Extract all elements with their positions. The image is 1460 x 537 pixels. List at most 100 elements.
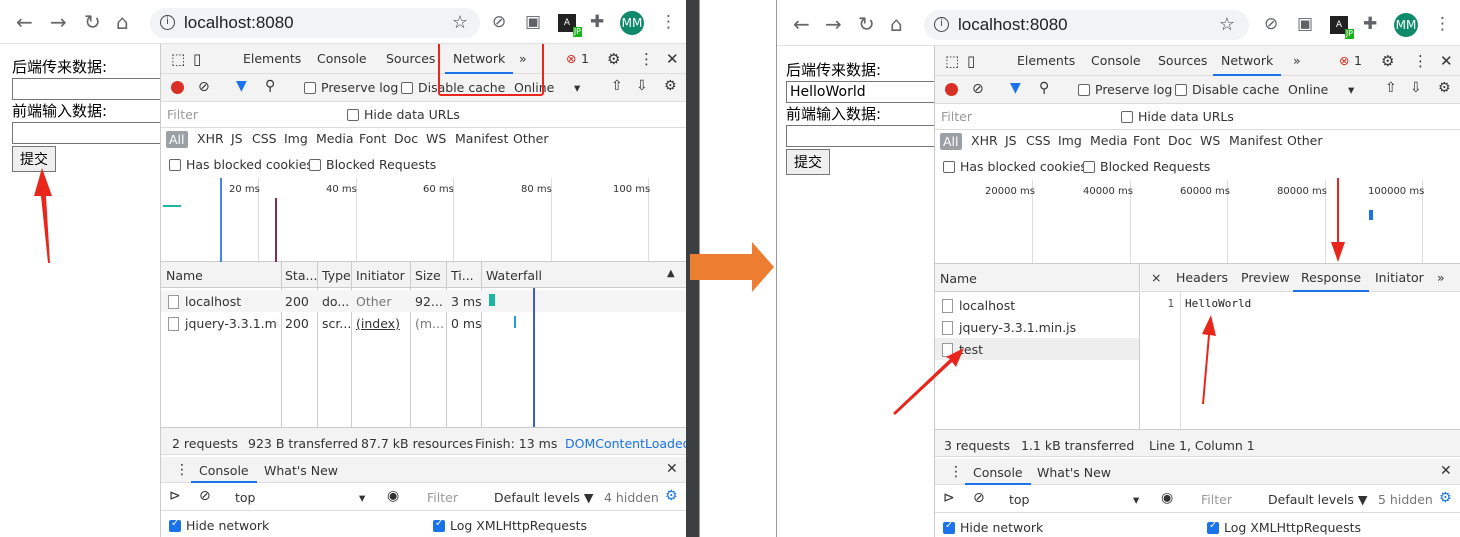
resources-size: 87.7 kB resources (361, 436, 474, 451)
levels-select[interactable]: Default levels ▼ (494, 490, 593, 505)
forward-icon[interactable]: → (50, 11, 67, 33)
devtools-tabs: ⬚ ▯ Elements Console Sources Network » ⊗… (161, 44, 687, 74)
type-ws[interactable]: WS (426, 131, 446, 146)
devtools-menu-icon[interactable]: ⋮ (639, 44, 654, 74)
blocked-requests-checkbox[interactable]: Blocked Requests (309, 157, 436, 172)
drawer-tab-console[interactable]: Console (191, 463, 257, 483)
device-toggle-icon[interactable]: ▯ (193, 44, 201, 74)
error-count: 1 (581, 51, 589, 66)
overview-tick: 80 ms (521, 184, 552, 195)
col-name[interactable]: Name (166, 268, 203, 283)
tab-console[interactable]: Console (317, 44, 367, 74)
network-settings-icon[interactable]: ⚙ (664, 78, 677, 94)
backend-input[interactable] (12, 78, 172, 100)
info-icon[interactable]: i (160, 15, 175, 30)
table-row[interactable]: localhost 200 do... Other 92... 3 ms (161, 290, 687, 312)
transferred-size: 923 B transferred (248, 436, 359, 451)
drawer-tab-whats-new[interactable]: What's New (264, 463, 338, 478)
url-text: localhost:8080 (184, 13, 294, 32)
overview-tick: 20 ms (229, 184, 260, 195)
overview-tick: 100 ms (613, 184, 651, 195)
network-overview[interactable]: 20 ms 40 ms 60 ms 80 ms 100 ms (161, 178, 687, 262)
search-icon[interactable]: ⚲ (265, 78, 275, 94)
export-icon[interactable]: ⇩ (636, 78, 648, 94)
type-js[interactable]: JS (231, 131, 243, 146)
throttling-chevron-icon[interactable]: ▾ (574, 80, 580, 95)
inspect-icon[interactable]: ⬚ (171, 44, 185, 74)
frontend-input[interactable] (12, 122, 172, 144)
col-waterfall[interactable]: Waterfall (486, 268, 542, 283)
eye-icon[interactable]: ◉ (387, 488, 399, 504)
sort-up-icon[interactable]: ▲ (667, 268, 675, 279)
close-drawer-icon[interactable]: ✕ (666, 461, 678, 477)
row-time: 0 ms (451, 316, 482, 331)
type-xhr[interactable]: XHR (197, 131, 224, 146)
sidebar-toggle-icon[interactable]: ⊳ (169, 488, 181, 504)
console-settings-icon[interactable]: ⚙ (665, 488, 678, 504)
extension-icon-2[interactable]: ▣ (525, 13, 541, 31)
waterfall-bar (489, 294, 495, 306)
col-initiator[interactable]: Initiator (356, 268, 405, 283)
col-time[interactable]: Ti... (451, 268, 474, 283)
type-media[interactable]: Media (316, 131, 354, 146)
type-manifest[interactable]: Manifest (455, 131, 508, 146)
home-icon[interactable]: ⌂ (116, 11, 129, 33)
type-other[interactable]: Other (513, 131, 549, 146)
console-filter-input[interactable]: Filter (427, 490, 458, 505)
type-all[interactable]: All (166, 131, 188, 148)
translate-extension-icon[interactable]: A (558, 14, 582, 37)
arrow-to-helloworld (1202, 315, 1216, 404)
col-size[interactable]: Size (415, 268, 441, 283)
address-bar[interactable]: i localhost:8080 ☆ (150, 8, 480, 38)
preserve-log-checkbox[interactable]: Preserve log (304, 80, 398, 95)
log-xhr-checkbox[interactable]: Log XMLHttpRequests (433, 518, 587, 533)
network-tab-highlight (438, 44, 544, 96)
profile-avatar[interactable]: MM (620, 11, 644, 35)
type-doc[interactable]: Doc (394, 131, 418, 146)
dom-content-loaded: DOMContentLoaded: (565, 436, 687, 451)
arrow-to-response-tab (1331, 178, 1345, 262)
row-status: 200 (285, 316, 309, 331)
type-img[interactable]: Img (284, 131, 308, 146)
row-size: 92... (415, 294, 443, 309)
row-name: jquery-3.3.1.mi... (168, 316, 278, 331)
type-font[interactable]: Font (359, 131, 386, 146)
request-table: Name Sta... Type Initiator Size Ti... Wa… (161, 262, 687, 427)
row-type: do... (322, 294, 350, 309)
star-icon[interactable]: ☆ (452, 12, 468, 33)
filter-input[interactable]: Filter (167, 107, 198, 122)
overview-tick: 40 ms (326, 184, 357, 195)
table-header: Name Sta... Type Initiator Size Ti... Wa… (161, 262, 687, 288)
hide-network-checkbox[interactable]: Hide network (169, 518, 269, 533)
annotation-arrows (893, 178, 1345, 415)
record-icon[interactable] (171, 81, 184, 97)
network-toolbar: ⊘ ▼ ⚲ Preserve log Disable cache Online … (161, 74, 687, 102)
table-row[interactable]: jquery-3.3.1.mi... 200 scr... (index) (m… (161, 312, 687, 334)
extensions-puzzle-icon[interactable]: ✚ (590, 13, 604, 31)
hide-data-urls-checkbox[interactable]: Hide data URLs (347, 107, 460, 122)
import-icon[interactable]: ⇧ (611, 78, 623, 94)
clear-icon[interactable]: ⊘ (198, 79, 210, 95)
transition-arrow-icon (690, 242, 774, 292)
tab-elements[interactable]: Elements (243, 44, 301, 74)
error-icon[interactable]: ⊗ (566, 44, 576, 74)
col-type[interactable]: Type (322, 268, 351, 283)
reload-icon[interactable]: ↻ (84, 11, 101, 33)
col-status[interactable]: Sta... (285, 268, 317, 283)
row-initiator-link[interactable]: (index) (356, 316, 400, 331)
hidden-count: 4 hidden (604, 490, 659, 505)
console-clear-icon[interactable]: ⊘ (199, 488, 211, 504)
extension-icon-1[interactable]: ⊘ (492, 13, 506, 31)
close-devtools-icon[interactable]: ✕ (666, 44, 679, 74)
settings-gear-icon[interactable]: ⚙ (607, 44, 620, 74)
filter-funnel-icon[interactable]: ▼ (236, 78, 247, 94)
drawer-menu-icon[interactable]: ⋮ (175, 462, 189, 478)
has-blocked-cookies-checkbox[interactable]: Has blocked cookies (169, 157, 313, 172)
context-chevron-icon[interactable]: ▾ (359, 490, 365, 505)
back-icon[interactable]: ← (16, 11, 33, 33)
context-select[interactable]: top (235, 490, 255, 505)
finish-time: Finish: 13 ms (475, 436, 558, 451)
tab-sources[interactable]: Sources (386, 44, 435, 74)
menu-kebab-icon[interactable]: ⋮ (660, 13, 677, 31)
type-css[interactable]: CSS (252, 131, 277, 146)
